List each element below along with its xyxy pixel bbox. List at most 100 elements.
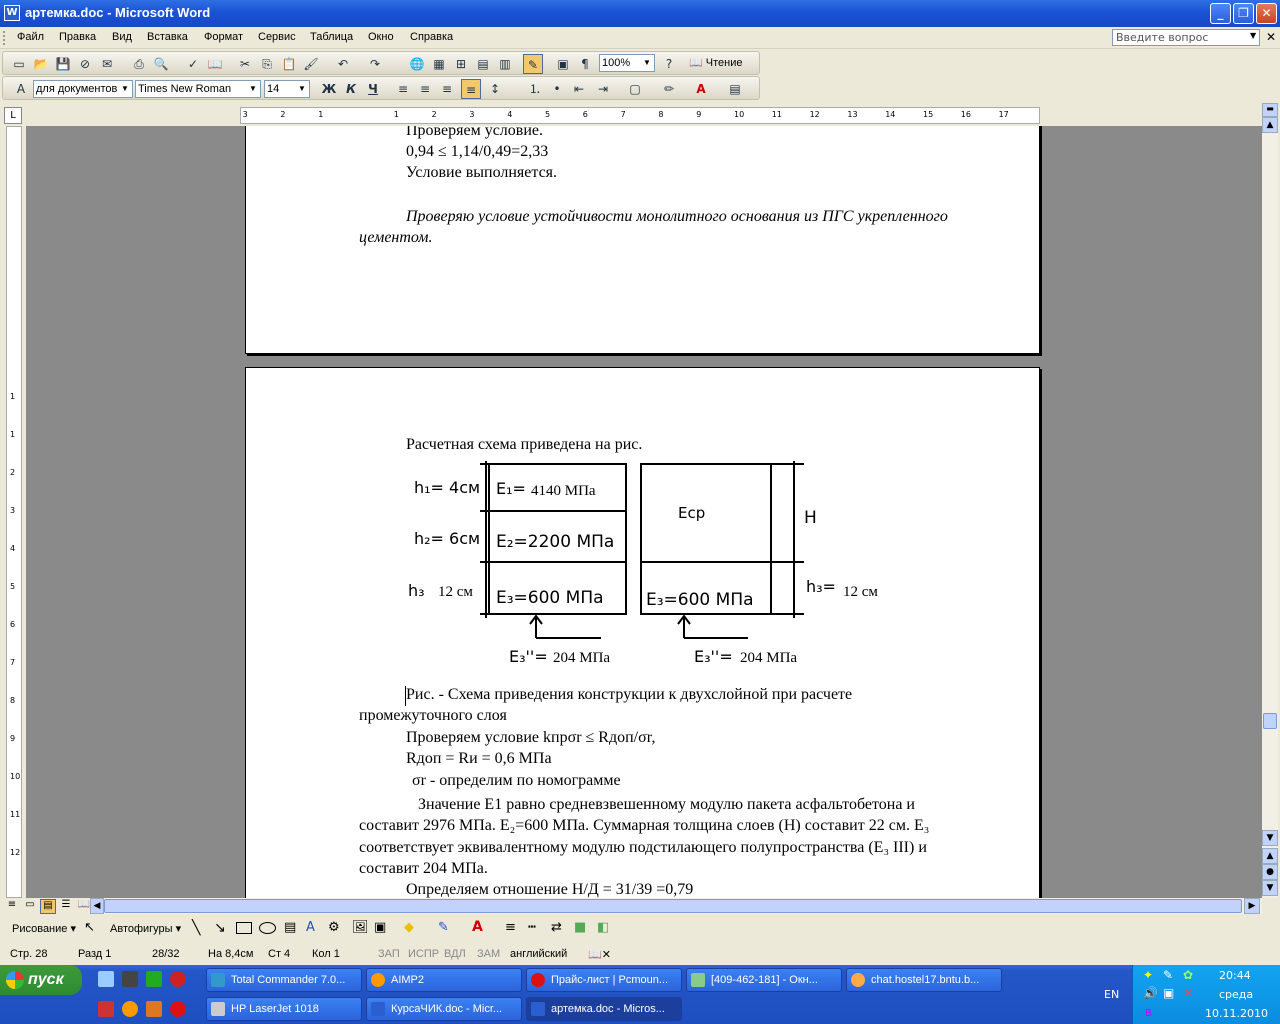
task-word-artemka[interactable]: артемка.doc - Micros... <box>526 997 682 1021</box>
help-icon[interactable]: ? <box>659 54 679 74</box>
email-icon[interactable]: ✉ <box>97 54 117 74</box>
increase-indent-icon[interactable]: ⇥ <box>593 79 613 99</box>
redo-icon[interactable]: ↷ <box>365 54 385 74</box>
permission-icon[interactable]: ⊘ <box>75 54 95 74</box>
scroll-split-icon[interactable]: ▬ <box>1262 103 1278 117</box>
ask-dropdown-icon[interactable]: ▼ <box>1250 31 1256 40</box>
normal-view-icon[interactable]: ≡ <box>4 899 20 914</box>
scroll-thumb[interactable] <box>1263 713 1277 729</box>
line-color-icon[interactable]: ✎ <box>438 920 449 935</box>
preview-icon[interactable]: 🔍 <box>151 54 171 74</box>
paste-icon[interactable]: 📋 <box>279 54 299 74</box>
font-select[interactable]: Times New Roman ▼ <box>135 80 261 98</box>
menu-edit[interactable]: Правка <box>59 31 96 43</box>
scroll-right-icon[interactable]: ▶ <box>1244 898 1260 914</box>
line-spacing-icon[interactable]: ↕ <box>485 79 505 99</box>
status-rec[interactable]: ЗАП <box>378 948 400 960</box>
status-ext[interactable]: ВДЛ <box>444 948 466 960</box>
research-icon[interactable]: 📖 <box>205 54 225 74</box>
print-icon[interactable]: ⎙ <box>129 54 149 74</box>
tray-icon[interactable]: ✿ <box>1183 968 1193 982</box>
word-app-icon[interactable]: W <box>4 5 20 21</box>
ask-question-input[interactable]: Введите вопрос <box>1112 29 1260 46</box>
insert-table-icon[interactable]: ⊞ <box>451 54 471 74</box>
task-total-commander[interactable]: Total Commander 7.0... <box>206 968 362 992</box>
menu-format[interactable]: Формат <box>204 31 243 43</box>
task-printer[interactable]: HP LaserJet 1018 <box>206 997 362 1021</box>
tab-selector-button[interactable]: L <box>4 107 22 124</box>
highlight-icon[interactable]: ✏ <box>659 79 679 99</box>
menu-view[interactable]: Вид <box>112 31 132 43</box>
justify-icon[interactable]: ≡ <box>461 79 481 99</box>
horizontal-ruler[interactable]: 3 2 1 1 2 3 4 5 6 7 8 9 10 11 12 13 14 15 16 17 <box>240 107 1040 124</box>
status-trk[interactable]: ИСПР <box>408 948 439 960</box>
align-left-icon[interactable]: ≡ <box>393 79 413 99</box>
ime-icon[interactable]: ▤ <box>725 79 745 99</box>
underline-button[interactable]: Ч <box>363 79 383 99</box>
autoshapes-menu[interactable]: Автофигуры ▾ <box>110 922 181 935</box>
select-browse-object-icon[interactable]: ● <box>1262 864 1278 880</box>
minimize-button[interactable]: _ <box>1210 3 1231 24</box>
textbox-icon[interactable]: ▤ <box>284 920 296 935</box>
shadow-icon[interactable]: ■ <box>574 920 586 935</box>
show-desktop-icon[interactable] <box>98 971 114 987</box>
hscroll-thumb[interactable] <box>104 899 1242 913</box>
scroll-up-icon[interactable]: ▲ <box>1262 117 1278 133</box>
bold-button[interactable]: Ж <box>319 79 339 99</box>
network-icon[interactable]: ▣ <box>1163 986 1174 1000</box>
borders-icon[interactable]: ▢ <box>625 79 645 99</box>
align-center-icon[interactable]: ≡ <box>415 79 435 99</box>
task-chat[interactable]: chat.hostel17.bntu.b... <box>846 968 1002 992</box>
maximize-button[interactable]: ❐ <box>1233 3 1254 24</box>
style-select[interactable]: для документов ▼ <box>33 80 133 98</box>
line-style-icon[interactable]: ≡ <box>505 920 516 935</box>
document-workspace[interactable]: Проверяем условие. 0,94 ≤ 1,14/0,49=2,33… <box>26 126 1262 898</box>
align-right-icon[interactable]: ≡ <box>437 79 457 99</box>
volume-icon[interactable]: 🔊 <box>1143 986 1158 1000</box>
close-doc-icon[interactable]: ✕ <box>1266 30 1276 44</box>
drawing-icon[interactable]: ✎ <box>523 54 543 74</box>
quicklaunch-icon[interactable] <box>146 1001 162 1017</box>
bullets-icon[interactable]: • <box>547 79 567 99</box>
task-opera[interactable]: Прайс-лист | Pcmoun... <box>526 968 682 992</box>
select-objects-icon[interactable]: ↖ <box>84 920 95 935</box>
menu-file[interactable]: Файл <box>17 31 44 43</box>
next-page-icon[interactable]: ▼ <box>1262 880 1278 896</box>
vertical-scrollbar[interactable]: ▬ ▲ ▼ ▲ ● ▼ <box>1262 103 1278 898</box>
3d-icon[interactable]: ◧ <box>597 920 609 935</box>
scroll-left-icon[interactable]: ◀ <box>90 898 104 914</box>
quicklaunch-icon[interactable] <box>170 971 186 987</box>
web-view-icon[interactable]: ▭ <box>22 899 38 914</box>
font-size-select[interactable]: 14 ▼ <box>264 80 310 98</box>
aimp-icon[interactable] <box>122 1001 138 1017</box>
quicklaunch-icon[interactable] <box>98 1001 114 1017</box>
columns-icon[interactable]: ▥ <box>495 54 515 74</box>
picture-icon[interactable]: ▣ <box>374 920 386 935</box>
tray-icon[interactable]: ✦ <box>1143 968 1153 982</box>
oval-icon[interactable] <box>259 922 276 934</box>
undo-icon[interactable]: ↶ <box>333 54 353 74</box>
spelling-icon[interactable]: ✓ <box>183 54 203 74</box>
open-icon[interactable]: 📂 <box>31 54 51 74</box>
line-icon[interactable]: ╲ <box>192 920 200 936</box>
opera-icon[interactable] <box>170 1001 186 1017</box>
new-icon[interactable]: ▭ <box>9 54 29 74</box>
menu-table[interactable]: Таблица <box>310 31 353 43</box>
italic-button[interactable]: К <box>341 79 361 99</box>
cut-icon[interactable]: ✂ <box>235 54 255 74</box>
show-hide-icon[interactable]: ¶ <box>575 54 595 74</box>
font-color-icon[interactable]: A <box>691 79 711 99</box>
scroll-down-icon[interactable]: ▼ <box>1262 830 1278 846</box>
dash-style-icon[interactable]: ┅ <box>528 920 536 935</box>
tray-icon[interactable]: ✎ <box>1163 968 1173 982</box>
reading-layout-button[interactable]: 📖 Чтение <box>689 56 742 69</box>
font-color-icon[interactable]: A <box>472 919 483 935</box>
print-view-icon[interactable]: ▤ <box>40 899 56 914</box>
task-aimp[interactable]: AIMP2 <box>366 968 522 992</box>
horizontal-scrollbar[interactable]: ◀ ▶ <box>90 898 1262 914</box>
format-painter-icon[interactable]: 🖌 <box>301 54 321 74</box>
task-word-kursachik[interactable]: КурсаЧИК.doc - Micr... <box>366 997 522 1021</box>
network-disconnected-icon[interactable]: ✕ <box>1183 986 1193 1000</box>
menu-grip[interactable] <box>3 31 13 45</box>
diagram-icon[interactable]: ⚙ <box>328 920 340 935</box>
